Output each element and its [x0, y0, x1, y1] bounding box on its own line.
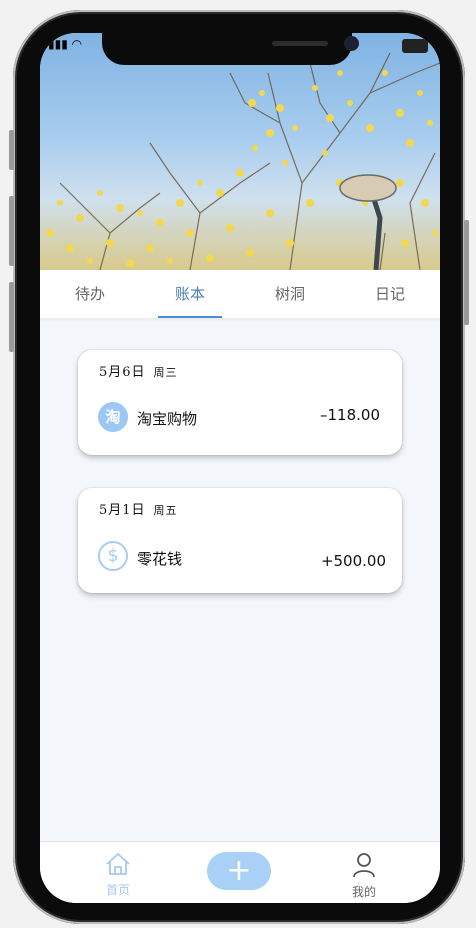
tab-ledger[interactable]: 账本 [140, 270, 240, 318]
status-bar-signal: ▮▮▮ ◠ [48, 37, 83, 51]
bottom-nav: 首页 + 我的 [40, 841, 440, 903]
power-button [464, 220, 469, 325]
tab-bar: 待办 账本 树洞 日记 [40, 270, 440, 318]
tab-diary[interactable]: 日记 [340, 270, 440, 318]
user-icon [353, 853, 375, 878]
entry-amount: –118.00 [320, 406, 380, 424]
add-entry-button[interactable]: + [207, 852, 271, 890]
nav-home[interactable]: 首页 [98, 852, 138, 898]
notch [102, 33, 357, 65]
home-icon [106, 853, 130, 875]
nav-home-label: 首页 [105, 883, 130, 897]
entry-amount: +500.00 [320, 552, 386, 570]
card-date: 5月6日 [99, 365, 146, 380]
volume-up-button [9, 196, 14, 266]
tab-treehole[interactable]: 树洞 [240, 270, 340, 318]
card-weekday: 周三 [153, 366, 178, 379]
card-date: 5月1日 [99, 503, 146, 518]
speaker-grille [272, 41, 328, 46]
dollar-icon: $ [98, 541, 128, 571]
front-camera [346, 38, 357, 49]
ledger-card[interactable]: 5月6日 周三 淘 淘宝购物 –118.00 [78, 350, 402, 455]
nav-me[interactable]: 我的 [342, 852, 386, 900]
battery-icon [402, 39, 428, 53]
tab-todo[interactable]: 待办 [40, 270, 140, 318]
nav-me-label: 我的 [351, 885, 376, 899]
card-weekday: 周五 [153, 504, 178, 517]
entry-name: 淘宝购物 [137, 410, 198, 428]
volume-down-button [9, 282, 14, 352]
app-screen: ▮▮▮ ◠ 待办 账本 树洞 日记 5月6日 周三 淘 淘宝购物 –118.00 … [40, 33, 440, 903]
header-photo: ▮▮▮ ◠ [40, 33, 440, 270]
taobao-icon: 淘 [98, 402, 128, 432]
entry-name: 零花钱 [137, 550, 183, 568]
mute-switch [9, 130, 14, 170]
ledger-card[interactable]: 5月1日 周五 $ 零花钱 +500.00 [78, 488, 402, 593]
